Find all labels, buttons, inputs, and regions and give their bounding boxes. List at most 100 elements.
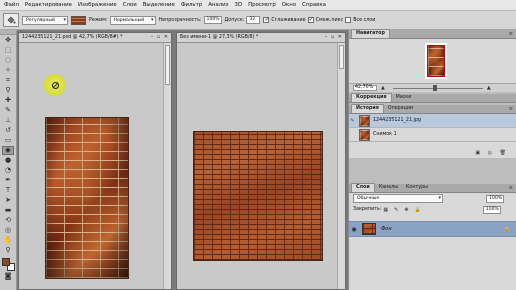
menu-file[interactable]: Файл (4, 2, 19, 8)
menu-analysis[interactable]: Анализ (208, 2, 228, 8)
document-1-scroll-thumb[interactable] (165, 45, 170, 85)
menu-edit[interactable]: Редактирование (25, 2, 72, 8)
toolbox-grip[interactable] (0, 30, 16, 35)
tab-navigator[interactable]: Навигатор (351, 29, 390, 38)
panels-dock: Навигатор ≡ 42,70% ▲ ▲ Коррекция Маски И… (348, 29, 516, 290)
document-2-titlebar[interactable]: Без имени-1 @ 27,3% (RGB/8) * – ▫ ✕ (177, 33, 345, 43)
document-1-titlebar[interactable]: 1244235121_21.psd @ 42,7% (RGB/8#) * – ▫… (19, 33, 171, 43)
document-window-2[interactable]: Без имени-1 @ 27,3% (RGB/8) * – ▫ ✕ (176, 32, 346, 290)
blur-tool-icon[interactable]: ● (2, 156, 14, 165)
navigator-zoom-slider[interactable] (392, 84, 483, 91)
3d-orbit-tool-icon[interactable]: ◎ (2, 226, 14, 235)
eye-icon[interactable]: ◉ (349, 226, 359, 233)
history-source-icon[interactable]: ✎ (349, 118, 356, 124)
stamp-tool-icon[interactable]: ⊥ (2, 116, 14, 125)
move-tool-icon[interactable]: ✥ (2, 36, 14, 45)
lock-transparent-icon[interactable]: ▦ (383, 207, 388, 213)
tab-actions[interactable]: Операции (384, 105, 417, 113)
3d-rotate-tool-icon[interactable]: ⟲ (2, 216, 14, 225)
menu-view[interactable]: Просмотр (248, 2, 276, 8)
options-bar: Регулярный Режим: Нормальный Непрозрачно… (0, 11, 516, 30)
all-layers-checkbox[interactable] (345, 17, 352, 23)
opacity-input[interactable]: 100% (203, 16, 222, 24)
history-item[interactable]: ✎ 1244235121_21.jpg (349, 114, 516, 128)
history-tabs: История Операции ≡ (349, 104, 516, 114)
blend-mode-dropdown[interactable]: Обычные (353, 194, 443, 203)
menu-select[interactable]: Выделение (143, 2, 175, 8)
document-2-canvas[interactable] (177, 43, 337, 289)
hand-tool-icon[interactable]: ✋ (2, 236, 14, 245)
brick-texture-image[interactable] (45, 117, 129, 279)
menu-layers[interactable]: Слои (123, 2, 137, 8)
menu-3d[interactable]: 3D (235, 2, 243, 8)
mode-dropdown[interactable]: Нормальный (109, 15, 156, 25)
shape-tool-icon[interactable]: ▬ (2, 206, 14, 215)
foreground-color-swatch[interactable] (1, 258, 10, 266)
color-swatches[interactable] (1, 258, 15, 271)
eyedropper-tool-icon[interactable]: ⚲ (2, 86, 14, 95)
crop-tool-icon[interactable]: ⌗ (2, 76, 14, 85)
fill-source-dropdown[interactable]: Регулярный (22, 15, 68, 25)
document-1-scrollbar[interactable] (163, 43, 171, 289)
menu-filter[interactable]: Фильтр (181, 2, 202, 8)
tab-history[interactable]: История (351, 104, 384, 113)
tolerance-input[interactable]: 32 (246, 16, 261, 24)
document-2-window-controls[interactable]: – ▫ ✕ (325, 33, 343, 42)
document-2-scrollbar[interactable] (337, 43, 345, 289)
tool-preset-picker[interactable] (3, 13, 19, 27)
mode-label: Режим: (89, 17, 108, 23)
lasso-tool-icon[interactable]: ◌ (2, 56, 14, 65)
magic-wand-tool-icon[interactable]: ✧ (2, 66, 14, 75)
healing-brush-tool-icon[interactable]: ✚ (2, 96, 14, 105)
navigator-zoom-input[interactable]: 42,70% (353, 85, 377, 91)
history-brush-tool-icon[interactable]: ↺ (2, 126, 14, 135)
zoom-out-icon[interactable]: ▲ (381, 85, 385, 91)
marquee-tool-icon[interactable]: ⬚ (2, 46, 14, 55)
layers-menu-icon[interactable]: ≡ (509, 185, 513, 191)
menu-image[interactable]: Изображение (78, 2, 117, 8)
quick-mask-icon[interactable]: ◙ (2, 272, 14, 281)
tab-correction[interactable]: Коррекция (351, 93, 392, 102)
lock-position-icon[interactable]: ✥ (404, 207, 408, 213)
navigator-view-box[interactable] (427, 45, 445, 77)
layer-opacity-input[interactable]: 100% (486, 194, 504, 203)
zoom-tool-icon[interactable]: ⚲ (2, 246, 14, 255)
snapshot-icon[interactable]: ◎ (488, 150, 492, 156)
layer-row[interactable]: ◉ Фон 🔒 (349, 221, 516, 237)
pen-tool-icon[interactable]: ✒ (2, 176, 14, 185)
path-selection-tool-icon[interactable]: ➤ (2, 196, 14, 205)
eraser-tool-icon[interactable]: ▭ (2, 136, 14, 145)
menu-help[interactable]: Справка (302, 2, 326, 8)
panel-menu-icon[interactable]: ≡ (509, 31, 513, 37)
document-2-title: Без имени-1 @ 27,3% (RGB/8) * (180, 35, 259, 40)
document-1-canvas[interactable] (19, 43, 163, 289)
tab-masks[interactable]: Маски (392, 94, 416, 102)
type-tool-icon[interactable]: T (2, 186, 14, 195)
document-window-1[interactable]: 1244235121_21.psd @ 42,7% (RGB/8#) * – ▫… (18, 32, 172, 290)
dodge-tool-icon[interactable]: ◔ (2, 166, 14, 175)
new-document-icon[interactable]: ▣ (475, 150, 480, 156)
lock-all-icon[interactable]: 🔒 (415, 207, 421, 213)
document-2-scroll-thumb[interactable] (339, 45, 344, 69)
tab-layers[interactable]: Слои (351, 183, 375, 192)
document-1-window-controls[interactable]: – ▫ ✕ (151, 33, 169, 42)
lock-image-icon[interactable]: ✎ (394, 207, 398, 213)
layer-name[interactable]: Фон (381, 226, 392, 232)
history-menu-icon[interactable]: ≡ (509, 106, 513, 112)
menu-window[interactable]: Окно (282, 2, 296, 8)
brush-tool-icon[interactable]: ✎ (2, 106, 14, 115)
antialias-checkbox[interactable] (263, 16, 269, 23)
layer-fill-input[interactable]: 100% (482, 205, 501, 214)
zoom-in-icon[interactable]: ▲ (487, 85, 491, 91)
trash-icon[interactable]: 🗑 (500, 150, 506, 156)
pattern-swatch[interactable] (71, 15, 86, 25)
pattern-filled-canvas[interactable] (193, 131, 323, 261)
history-item[interactable]: Снимок 1 (349, 128, 516, 142)
tab-channels[interactable]: Каналы (375, 184, 402, 192)
navigator-preview[interactable] (425, 43, 447, 79)
navigator-slider-handle[interactable] (432, 84, 437, 91)
contiguous-checkbox[interactable] (307, 16, 314, 23)
layers-blend-row: Обычные 100% (349, 193, 516, 204)
paint-bucket-tool-icon[interactable]: ◆ (2, 146, 14, 155)
tab-paths[interactable]: Контуры (402, 184, 432, 192)
